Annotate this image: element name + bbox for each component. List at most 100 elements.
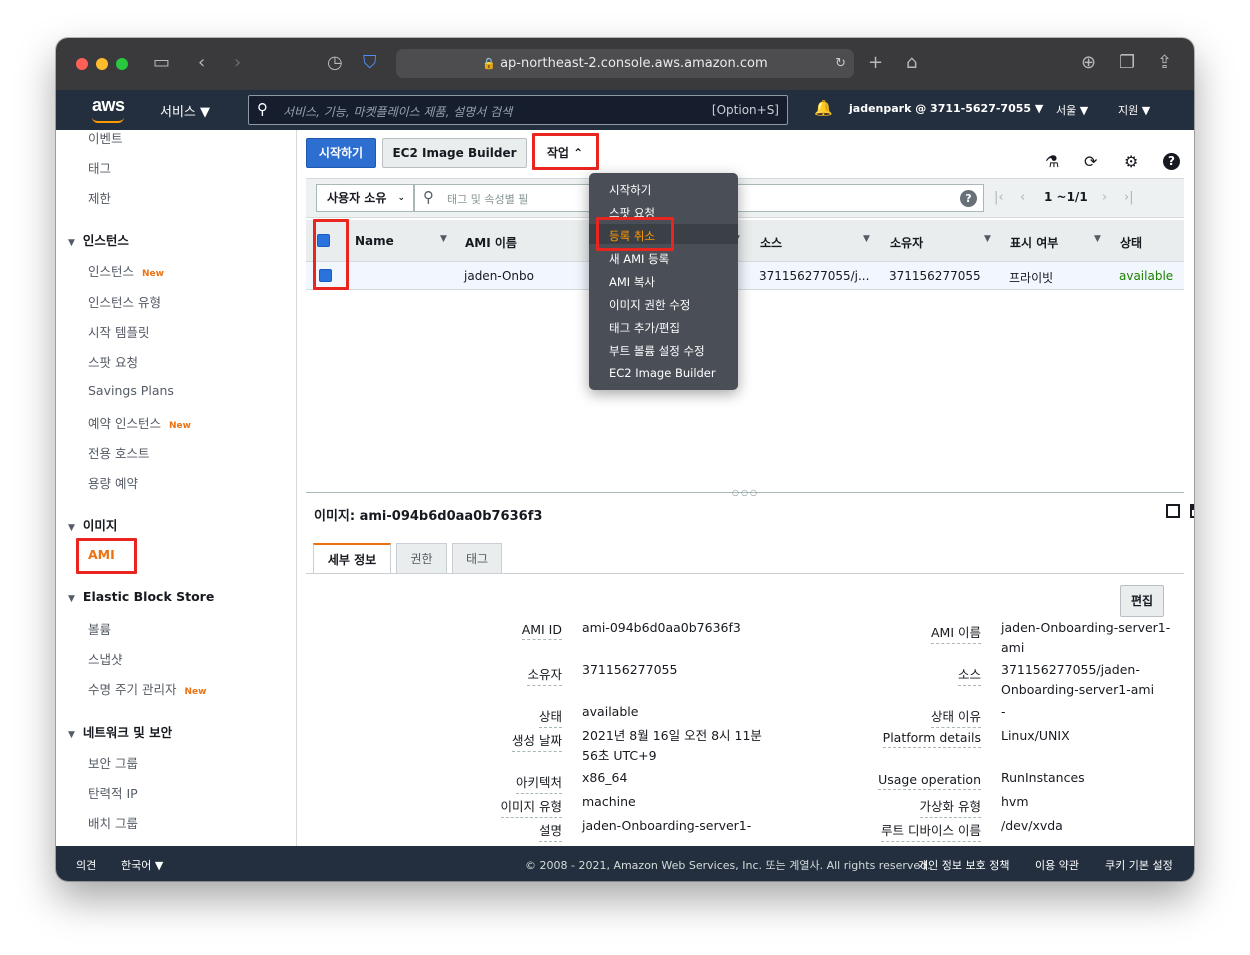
menu-item-copy-ami[interactable]: AMI 복사 (609, 274, 655, 290)
help-icon[interactable]: ? (1163, 153, 1180, 170)
table-row[interactable]: jaden-Onbo 0b7636f3 371156277055/j... 37… (306, 262, 1184, 290)
refresh-icon[interactable]: ⟳ (1084, 152, 1097, 171)
column-header-name[interactable]: Name (355, 234, 394, 248)
minimize-window-button[interactable] (96, 58, 108, 70)
region-menu[interactable]: 서울 ▼ (1056, 102, 1088, 118)
share-icon[interactable]: ⇪ (1157, 53, 1172, 73)
language-select[interactable]: 한국어 ▼ (121, 857, 163, 873)
address-bar[interactable]: 🔒 ap-northeast-2.console.aws.amazon.com ↻ (396, 49, 854, 78)
back-icon[interactable]: ‹ (198, 53, 205, 73)
sidebar-item-placement-groups[interactable]: 배치 그룹 (88, 813, 138, 832)
filter-help-icon[interactable]: ? (960, 190, 977, 207)
column-header-status[interactable]: 상태 (1120, 234, 1142, 251)
sidebar-item-capacity-reservations[interactable]: 용량 예약 (88, 473, 138, 492)
url-text: ap-northeast-2.console.aws.amazon.com (500, 56, 768, 71)
sidebar-section-network-security[interactable]: ▼ 네트워크 및 보안 (68, 722, 172, 741)
detail-value-ami-id: ami-094b6d0aa0b7636f3 (582, 620, 741, 635)
sidebar-toggle-icon[interactable]: ▭ (153, 53, 170, 73)
row-ami-name: jaden-Onbo (464, 269, 534, 283)
detail-label-image-type: 이미지 유형 (500, 796, 562, 818)
drag-handle-icon[interactable]: ○○○ (732, 488, 759, 497)
zoom-window-button[interactable] (116, 58, 128, 70)
sidebar-item-savings-plans[interactable]: Savings Plans (88, 383, 174, 398)
sidebar-item-lifecycle-manager[interactable]: 수명 주기 관리자 New (88, 679, 206, 698)
sidebar-item-security-groups[interactable]: 보안 그룹 (88, 753, 138, 772)
ec2-image-builder-button[interactable]: EC2 Image Builder (382, 138, 527, 168)
first-page-icon[interactable]: |‹ (994, 190, 1004, 205)
new-tab-icon[interactable]: + (868, 53, 883, 73)
tab-tags[interactable]: 태그 (452, 543, 502, 574)
menu-item-launch[interactable]: 시작하기 (609, 182, 651, 198)
highlight-box-deregister (596, 217, 674, 251)
highlight-box-ami (76, 538, 137, 574)
actions-dropdown-menu: 시작하기 스팟 요청 등록 취소 새 AMI 등록 AMI 복사 이미지 권한 … (589, 173, 738, 390)
sort-caret-icon[interactable]: ▼ (984, 234, 991, 244)
services-menu[interactable]: 서비스 ▼ (160, 101, 210, 120)
privacy-policy-link[interactable]: 개인 정보 보호 정책 (918, 857, 1009, 873)
menu-item-register-new-ami[interactable]: 새 AMI 등록 (609, 251, 669, 267)
sidebar-section-instances[interactable]: ▼ 인스턴스 (68, 230, 129, 249)
sidebar-item-snapshots[interactable]: 스냅샷 (88, 649, 123, 668)
layout-split-icon[interactable] (1190, 504, 1194, 518)
tab-details[interactable]: 세부 정보 (313, 543, 391, 574)
notifications-bell-icon[interactable]: 🔔 (814, 99, 833, 117)
settings-gear-icon[interactable]: ⚙ (1124, 152, 1138, 171)
sidebar-section-images[interactable]: ▼ 이미지 (68, 515, 117, 534)
search-icon: ⚲ (423, 188, 434, 206)
edit-button[interactable]: 편집 (1120, 585, 1164, 617)
highlight-box-checkboxes (313, 219, 349, 290)
privacy-shield-icon[interactable]: ⛉ (363, 53, 377, 73)
support-menu[interactable]: 지원 ▼ (1118, 102, 1150, 118)
sort-caret-icon[interactable]: ▼ (440, 234, 447, 244)
home-icon[interactable]: ⌂ (906, 53, 917, 73)
sort-caret-icon[interactable]: ▼ (863, 234, 870, 244)
aws-logo[interactable]: aws (92, 95, 125, 116)
sidebar-item-limits[interactable]: 제한 (88, 188, 111, 207)
cookie-preferences-link[interactable]: 쿠키 기본 설정 (1105, 857, 1173, 873)
detail-value-ami-name-cont: ami (1001, 640, 1025, 655)
sort-caret-icon[interactable]: ▼ (1094, 234, 1101, 244)
sidebar-item-instance-types[interactable]: 인스턴스 유형 (88, 292, 161, 311)
column-header-owner[interactable]: 소유자 (890, 234, 923, 251)
sidebar-item-volumes[interactable]: 볼륨 (88, 619, 111, 638)
menu-item-ec2-image-builder[interactable]: EC2 Image Builder (609, 366, 716, 380)
column-header-source[interactable]: 소스 (760, 234, 782, 251)
reload-icon[interactable]: ↻ (835, 49, 846, 78)
sidebar-item-dedicated-hosts[interactable]: 전용 호스트 (88, 443, 149, 462)
column-header-visibility[interactable]: 표시 여부 (1010, 234, 1058, 251)
feedback-link[interactable]: 의견 (76, 857, 96, 873)
sidebar-item-elastic-ips[interactable]: 탄력적 IP (88, 783, 138, 802)
new-badge: New (184, 687, 207, 697)
tab-overview-icon[interactable]: ❐ (1119, 53, 1135, 73)
console-search-input[interactable]: ⚲ 서비스, 기능, 마켓플레이스 제품, 설명서 검색 [Option+S] (248, 95, 788, 125)
tab-permissions[interactable]: 권한 (396, 543, 447, 574)
menu-item-modify-boot-volume[interactable]: 부트 볼륨 설정 수정 (609, 343, 705, 359)
next-page-icon[interactable]: › (1102, 190, 1107, 205)
sidebar-item-spot-requests[interactable]: 스팟 요청 (88, 352, 138, 371)
history-clock-icon[interactable]: ◷ (327, 53, 343, 73)
detail-value-platform-details: Linux/UNIX (1001, 728, 1070, 743)
menu-item-modify-image-permissions[interactable]: 이미지 권한 수정 (609, 297, 690, 313)
downloads-icon[interactable]: ⊕ (1081, 53, 1096, 73)
sidebar-section-ebs[interactable]: ▼ Elastic Block Store (68, 589, 214, 604)
sidebar-item-launch-templates[interactable]: 시작 템플릿 (88, 322, 149, 341)
sidebar-item-events[interactable]: 이벤트 (88, 130, 123, 147)
detail-label-creation-date: 생성 날짜 (512, 730, 562, 752)
sidebar-item-tags[interactable]: 태그 (88, 158, 111, 177)
account-menu[interactable]: jadenpark @ 3711-5627-7055 ▼ (849, 102, 1043, 115)
column-header-ami-name[interactable]: AMI 이름 (465, 234, 517, 251)
launch-button[interactable]: 시작하기 (306, 138, 376, 168)
forward-icon[interactable]: › (234, 53, 241, 73)
last-page-icon[interactable]: ›| (1124, 190, 1134, 205)
owner-filter-select[interactable]: 사용자 소유 ⌄ (316, 184, 414, 212)
terms-link[interactable]: 이용 약관 (1035, 857, 1079, 873)
search-icon: ⚲ (257, 100, 268, 118)
close-window-button[interactable] (76, 58, 88, 70)
caret-down-icon: ▼ (68, 594, 75, 604)
menu-item-add-edit-tags[interactable]: 태그 추가/편집 (609, 320, 680, 336)
flask-icon[interactable]: ⚗ (1045, 152, 1059, 171)
sidebar-item-instances[interactable]: 인스턴스 New (88, 261, 164, 280)
sidebar-item-reserved-instances[interactable]: 예약 인스턴스 New (88, 413, 191, 432)
previous-page-icon[interactable]: ‹ (1020, 190, 1025, 205)
layout-bottom-icon[interactable] (1166, 504, 1180, 518)
